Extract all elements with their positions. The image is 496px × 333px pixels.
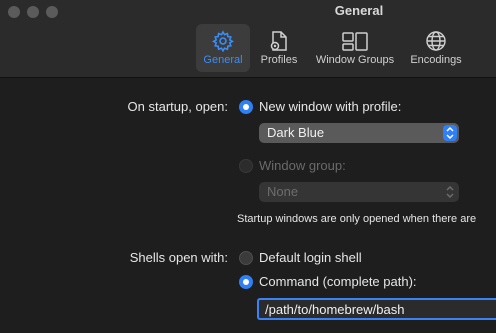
tab-profiles-label: Profiles — [260, 54, 298, 66]
command-shell-radio[interactable] — [239, 275, 253, 289]
startup-note: Startup windows are only opened when the… — [237, 213, 477, 225]
gear-icon — [212, 30, 234, 52]
tab-window-groups-label: Window Groups — [315, 54, 395, 66]
startup-profile-option[interactable]: New window with profile: — [259, 99, 401, 114]
chevron-updown-icon — [446, 126, 454, 140]
tab-general-label: General — [203, 54, 243, 66]
startup-group-option[interactable]: Window group: — [259, 158, 346, 173]
window-group-popup-stepper — [443, 184, 457, 200]
window-toolbar: General General Profiles Window Groups E… — [0, 0, 496, 78]
shells-label: Shells open with: — [129, 250, 228, 265]
tab-window-groups[interactable]: Window Groups — [310, 24, 400, 72]
tab-encodings-label: Encodings — [410, 54, 462, 66]
tab-profiles[interactable]: Profiles — [253, 24, 305, 72]
startup-label: On startup, open: — [127, 99, 228, 114]
window-groups-icon — [342, 32, 368, 51]
profile-popup-value: Dark Blue — [267, 125, 325, 140]
profiles-icon — [270, 31, 287, 51]
default-shell-radio[interactable] — [239, 251, 253, 265]
chevron-updown-icon — [446, 185, 454, 199]
profile-popup-stepper — [443, 125, 457, 141]
shell-command-field[interactable]: /path/to/homebrew/bash — [257, 298, 496, 320]
command-shell-option[interactable]: Command (complete path): — [259, 274, 417, 289]
window-title: General — [334, 3, 384, 18]
profile-popup[interactable]: Dark Blue — [259, 123, 459, 143]
tab-encodings[interactable]: Encodings — [405, 24, 467, 72]
tab-general[interactable]: General — [196, 24, 250, 72]
globe-icon — [426, 31, 446, 51]
default-shell-option[interactable]: Default login shell — [259, 250, 362, 265]
window-group-popup[interactable]: None — [259, 182, 459, 202]
startup-group-radio[interactable] — [239, 159, 253, 173]
window-group-popup-value: None — [267, 184, 299, 199]
startup-profile-radio[interactable] — [239, 100, 253, 114]
